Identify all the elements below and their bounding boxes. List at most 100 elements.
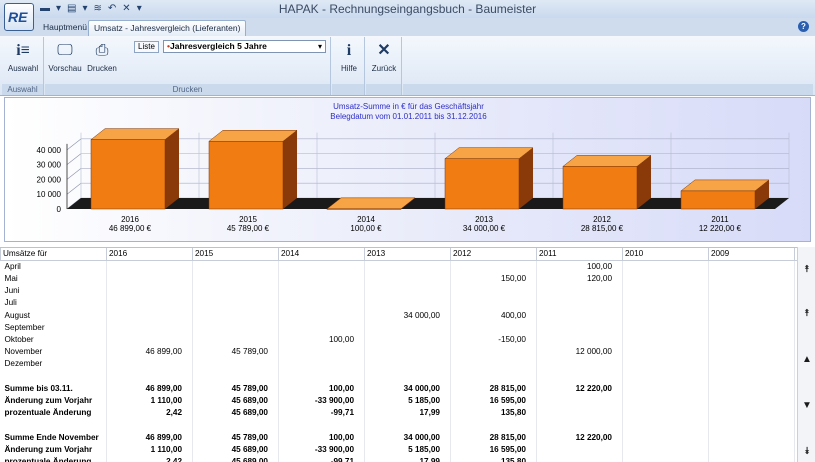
vorschau-button[interactable]: 🖵 Vorschau [48, 41, 82, 73]
table-row: November 46 899,00 45 789,00 12 000,00 [1, 346, 797, 359]
table-header-year[interactable]: 2015 [192, 248, 279, 261]
row-label: Juli [4, 298, 17, 308]
table-cell [364, 285, 451, 298]
table-cell: 135,80 [450, 407, 537, 420]
table-cell [536, 407, 623, 420]
bar [90, 139, 166, 210]
report-select-value: Jahresvergleich 5 Jahre [169, 41, 267, 51]
table-cell [536, 285, 623, 298]
table-cell: 12 000,00 [536, 346, 623, 359]
chevron-down-icon: ▾ [317, 42, 322, 51]
bar-side [283, 130, 297, 209]
table-cell [708, 321, 795, 334]
vertical-scrollbar[interactable]: ⯭ ⯭ ▲ ▼ ⯯ [797, 247, 815, 462]
table-cell: 45 689,00 [192, 455, 279, 462]
table-cell: 17,99 [364, 407, 451, 420]
table-cell [708, 346, 795, 359]
window-title: HAPAK - Rechnungseingangsbuch - Baumeist… [278, 2, 537, 16]
table-cell: 5 185,00 [364, 443, 451, 456]
title-bar: ▬ ▾ ▤ ▾ ≋ ↶ ✕ ▾ HAPAK - Rechnungseingang… [0, 0, 815, 18]
table-row: August 34 000,00 400,00 [1, 309, 797, 322]
bar [444, 158, 520, 210]
table-header-row: Umsätze für 2016 2015 2014 2013 2012 2011 2010 2… [0, 248, 797, 261]
table-header-year[interactable]: 2010 [622, 248, 709, 261]
row-label [1, 419, 107, 431]
table-cell: 1 110,00 [106, 443, 193, 456]
table-header-year[interactable]: 2009 [708, 248, 795, 261]
table-cell [622, 419, 709, 432]
table-cell [450, 370, 537, 383]
table-cell: 120,00 [536, 273, 623, 286]
table-cell [622, 260, 709, 273]
table-cell [278, 260, 365, 273]
table-cell [278, 370, 365, 383]
help-icon[interactable]: ? [798, 21, 809, 32]
data-label: 45 789,00 € [227, 224, 270, 233]
selection-list-icon: i≡ [16, 42, 30, 59]
row-label: prozentuale Änderung [4, 456, 92, 462]
table-cell [106, 333, 193, 347]
table-header-year[interactable]: 2016 [106, 248, 193, 261]
close-x-icon: ✕ [377, 42, 391, 59]
scroll-page-up-icon[interactable]: ⯭ [798, 307, 815, 321]
scroll-down-icon[interactable]: ▼ [798, 399, 815, 413]
table-cell: 28 815,00 [450, 382, 537, 395]
table-cell [708, 443, 795, 456]
bar-side [165, 128, 179, 209]
table-cell [622, 431, 709, 444]
tab-hauptmenue[interactable]: Hauptmenü [38, 20, 92, 36]
report-select[interactable]: •Jahresvergleich 5 Jahre ▾ [163, 40, 326, 53]
liste-button[interactable]: Liste [134, 41, 159, 53]
table-row [1, 419, 797, 432]
y-tick-label: 40 000 [37, 146, 62, 155]
table-cell: 5 185,00 [364, 394, 451, 408]
table-cell [278, 321, 365, 334]
ribbon-empty-area [403, 37, 813, 95]
table-cell: 45 689,00 [192, 394, 279, 408]
table-cell [622, 273, 709, 286]
row-label: Summe Ende November [4, 432, 99, 442]
scroll-bottom-icon[interactable]: ⯯ [798, 445, 815, 459]
monitor-icon: 🖵 [57, 42, 73, 59]
data-table: Umsätze für 2016 2015 2014 2013 2012 2011 2010 2… [0, 248, 797, 462]
table-cell: -99,71 [278, 455, 365, 462]
table-row: prozentuale Änderung 2,42 45 689,00 -99,71 1… [1, 455, 797, 462]
table-cell [622, 443, 709, 456]
table-row: Summe bis 03.11. 46 899,00 45 789,00 100,00… [1, 382, 797, 395]
table-cell [278, 358, 365, 371]
table-cell [622, 297, 709, 310]
auswahl-button[interactable]: i≡ Auswahl [6, 41, 40, 73]
zurueck-button[interactable]: ✕ Zurück [367, 41, 401, 73]
table-cell [622, 370, 709, 383]
table-cell [278, 309, 365, 322]
row-label: Oktober [4, 335, 34, 345]
drucken-button[interactable]: ⎙ Drucken [85, 41, 119, 73]
bar-top [326, 197, 416, 210]
table-header-year[interactable]: 2011 [536, 248, 623, 261]
table-header-label[interactable]: Umsätze für [0, 248, 107, 261]
table-cell [106, 260, 193, 273]
table-header-year[interactable]: 2013 [364, 248, 451, 261]
table-cell: 34 000,00 [364, 309, 451, 322]
table-cell [364, 297, 451, 310]
hilfe-button[interactable]: i Hilfe [332, 41, 366, 73]
table-header-year[interactable]: 2012 [450, 248, 537, 261]
scroll-up-icon[interactable]: ▲ [798, 353, 815, 367]
tab-umsatz-jahresvergleich[interactable]: Umsatz - Jahresvergleich (Lieferanten) [88, 20, 247, 36]
table-cell [192, 333, 279, 347]
table-cell [450, 297, 537, 310]
scroll-top-icon[interactable]: ⯭ [798, 263, 815, 277]
app-logo[interactable]: RE [4, 3, 34, 31]
table-header-year[interactable]: 2014 [278, 248, 365, 261]
table-cell: 45 689,00 [192, 407, 279, 420]
ribbon-tabs: Hauptmenü Umsatz - Jahresvergleich (Lief… [0, 18, 815, 36]
table-cell [192, 260, 279, 273]
row-label: prozentuale Änderung [4, 408, 92, 418]
table-cell: 45 789,00 [192, 382, 279, 395]
row-label: Dezember [4, 359, 43, 369]
table-cell: 150,00 [450, 273, 537, 286]
table-cell: -99,71 [278, 407, 365, 420]
table-cell [622, 382, 709, 395]
table-cell [106, 285, 193, 298]
row-label: Änderung zum Vorjahr [4, 395, 93, 405]
